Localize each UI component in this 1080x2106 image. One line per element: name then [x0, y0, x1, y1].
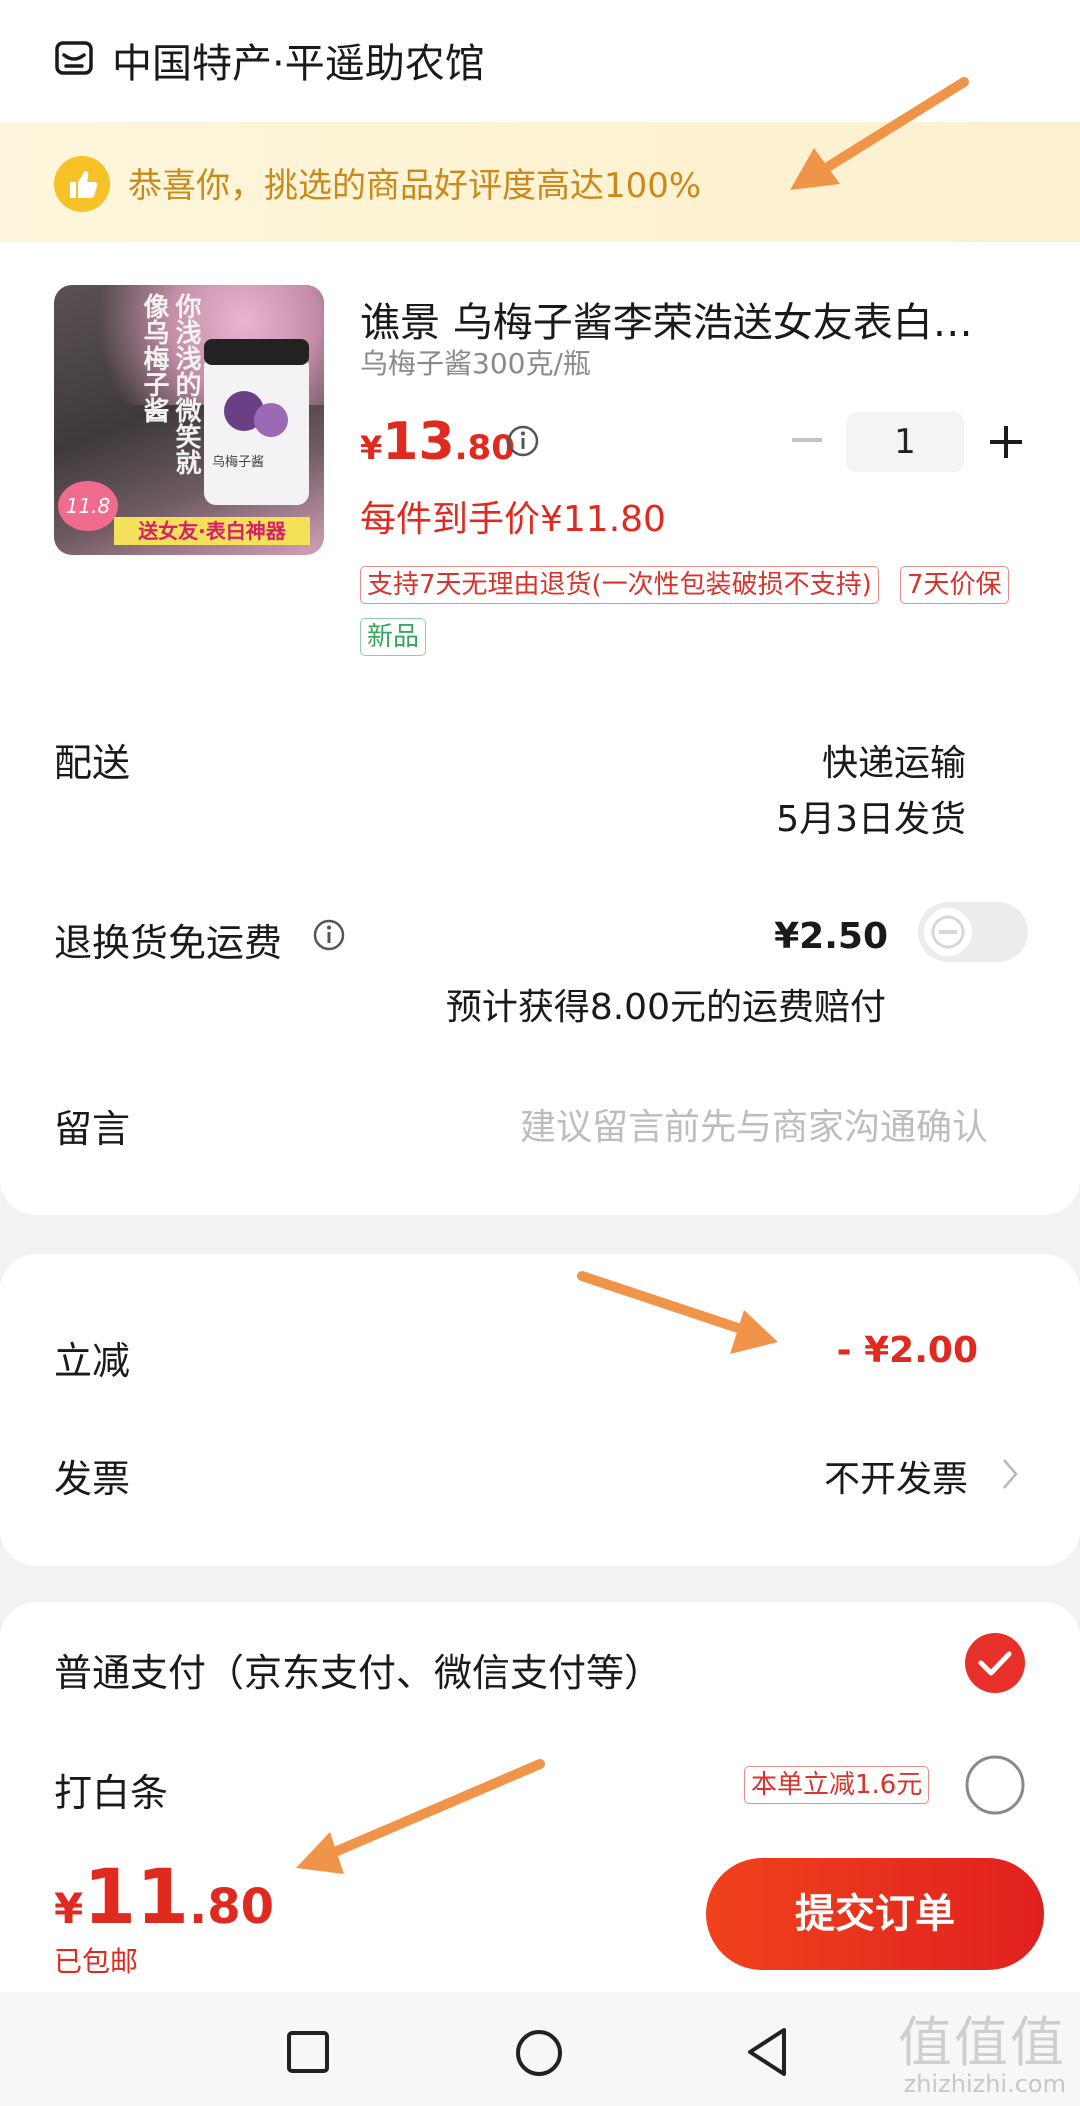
shop-name: 中国特产·平遥助农馆 [112, 41, 485, 87]
recent-apps-icon[interactable] [286, 2030, 330, 2078]
price-info-icon[interactable] [506, 424, 540, 462]
new-product-tag: 新品 [360, 618, 427, 656]
free-shipping-label: 已包邮 [54, 1945, 139, 1978]
watermark-url: zhizhizhi.com [903, 2070, 1066, 2098]
discount-value: - ¥2.00 [836, 1330, 978, 1371]
back-icon[interactable] [744, 2026, 790, 2082]
quantity-field[interactable]: 1 [846, 412, 964, 472]
return-shipping-info-icon[interactable] [312, 918, 346, 956]
delivery-method[interactable]: 快递运输 [822, 734, 966, 786]
shop-header[interactable]: 中国特产·平遥助农馆 [54, 28, 485, 92]
thumb-caption: 你浅浅的微笑就像乌梅子酱 [139, 293, 201, 475]
radio-unselected-icon[interactable] [964, 1754, 1026, 1820]
product-image[interactable]: 乌梅子酱 你浅浅的微笑就像乌梅子酱 11.8 送女友·表白神器 [54, 285, 324, 555]
home-icon[interactable] [514, 2028, 564, 2082]
checkmark-selected-icon[interactable] [964, 1632, 1026, 1698]
total-price: ¥11.80 [54, 1852, 275, 1941]
invoice-value[interactable]: 不开发票 [824, 1450, 968, 1502]
return-shipping-label: 退换货免运费 [54, 921, 283, 965]
thumb-footer: 送女友·表白神器 [114, 517, 310, 545]
price-protect-tag: 7天价保 [900, 566, 1009, 604]
product-title[interactable]: 谯景 乌梅子酱李荣浩送女友表白神… [360, 290, 1000, 348]
product-price: ¥13.80 [360, 412, 515, 472]
ship-date: 5月3日发货 [776, 799, 966, 840]
return-shipping-fee: ¥2.50 [774, 916, 888, 957]
baitiao-discount-badge: 本单立减1.6元 [744, 1766, 930, 1804]
discount-label: 立减 [54, 1339, 131, 1383]
payment-option-baitiao[interactable]: 打白条 [54, 1762, 168, 1817]
store-icon [54, 38, 94, 82]
annotation-arrow-discount [577, 1271, 778, 1354]
return-shipping-note: 预计获得8.00元的运费赔付 [445, 987, 886, 1028]
chevron-right-icon[interactable] [1000, 1456, 1020, 1496]
jar: 乌梅子酱 [204, 339, 309, 505]
annotation-arrow-banner [790, 77, 969, 190]
return-shipping-toggle[interactable] [918, 902, 1028, 962]
product-spec[interactable]: 乌梅子酱300克/瓶 [360, 342, 591, 382]
message-label: 留言 [54, 1107, 131, 1151]
watermark-logo: 值值值 [898, 2011, 1066, 2074]
delivery-label: 配送 [54, 741, 131, 785]
message-input[interactable]: 建议留言前先与商家沟通确认 [520, 1098, 988, 1150]
toggle-knob [924, 908, 972, 956]
invoice-label: 发票 [54, 1457, 131, 1501]
rating-banner-text: 恭喜你，挑选的商品好评度高达100% [128, 166, 702, 206]
submit-order-button[interactable]: 提交订单 [706, 1858, 1044, 1970]
unit-price: 每件到手价¥11.80 [360, 499, 666, 540]
discount-card [0, 1254, 1080, 1566]
thumb-badge: 11.8 [58, 481, 118, 531]
payment-option-normal[interactable]: 普通支付（京东支付、微信支付等） [54, 1642, 662, 1697]
plus-icon[interactable] [988, 424, 1024, 464]
return-policy-tag: 支持7天无理由退货(一次性包装破损不支持) [360, 566, 879, 604]
thumbs-up-icon [54, 156, 110, 216]
minus-icon[interactable] [790, 430, 824, 454]
annotation-arrow-total [296, 1759, 545, 1874]
